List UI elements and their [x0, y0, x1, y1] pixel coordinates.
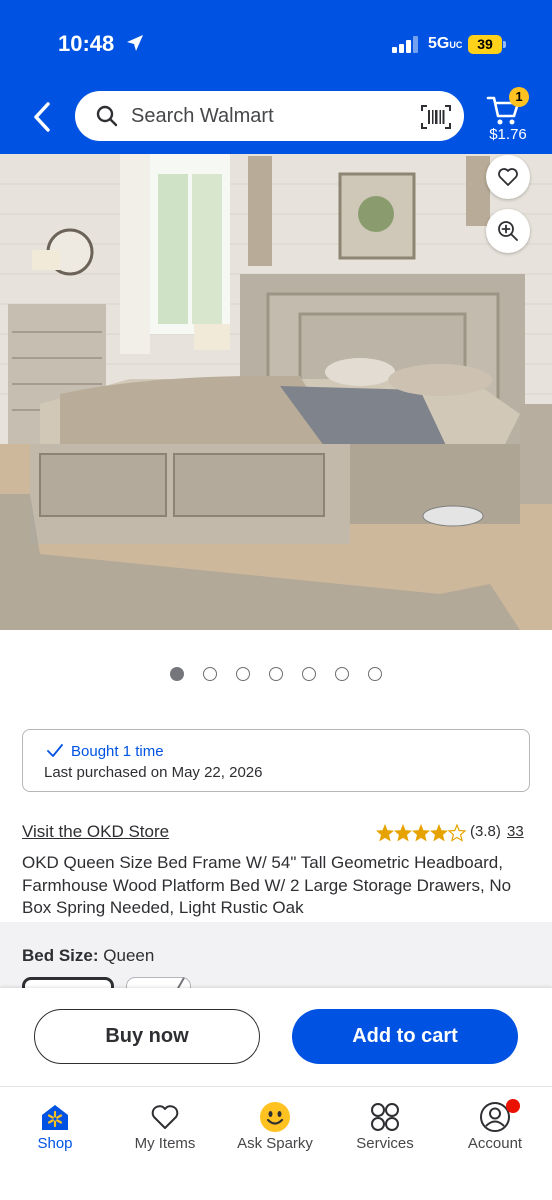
sparky-face-icon — [260, 1102, 290, 1132]
last-purchased-date: Last purchased on May 22, 2026 — [44, 764, 263, 781]
carousel-dot[interactable] — [203, 667, 217, 681]
search-icon — [96, 105, 118, 127]
cart-total: $1.76 — [489, 126, 527, 143]
carousel-dot[interactable] — [335, 667, 349, 681]
carousel-dot[interactable] — [170, 667, 184, 681]
notification-dot — [506, 1099, 520, 1113]
carousel-dot[interactable] — [302, 667, 316, 681]
barcode-scan-icon[interactable] — [421, 104, 451, 130]
star-rating-icon — [376, 824, 466, 842]
heart-icon — [151, 1105, 179, 1129]
location-arrow-icon — [127, 35, 143, 51]
bed-size-label: Bed Size: Queen — [22, 946, 155, 965]
image-carousel-indicator — [0, 666, 552, 682]
search-input[interactable] — [131, 103, 411, 129]
app-header: 10:48 5GUC 39 1 $1.76 — [0, 0, 552, 154]
carousel-dot[interactable] — [368, 667, 382, 681]
checkmark-icon — [47, 744, 63, 757]
zoom-button[interactable] — [486, 209, 530, 253]
product-title: OKD Queen Size Bed Frame W/ 54" Tall Geo… — [22, 853, 512, 917]
bottom-tab-bar: Shop My Items Ask Sparky Services Accoun… — [0, 1086, 552, 1200]
rating-value: (3.8) — [470, 823, 501, 840]
tab-services[interactable]: Services — [330, 1087, 440, 1167]
review-count-link[interactable]: 33 — [507, 823, 524, 840]
walmart-spark-home-icon — [42, 1105, 68, 1130]
buy-now-button[interactable]: Buy now — [34, 1009, 260, 1064]
zoom-in-icon — [498, 221, 518, 241]
cart-count-badge: 1 — [509, 87, 529, 107]
bed-size-value: Queen — [103, 946, 155, 965]
tab-ask-sparky[interactable]: Ask Sparky — [220, 1087, 330, 1167]
battery-level: 39 — [468, 35, 502, 54]
services-grid-icon — [371, 1103, 399, 1131]
network-indicator: 5GUC — [428, 35, 463, 52]
add-to-cart-button[interactable]: Add to cart — [292, 1009, 518, 1064]
cart-button[interactable]: 1 $1.76 — [480, 86, 530, 146]
search-bar[interactable] — [75, 91, 464, 141]
add-to-favorites-button[interactable] — [486, 155, 530, 199]
carousel-dot[interactable] — [269, 667, 283, 681]
carousel-dot[interactable] — [236, 667, 250, 681]
bed-photo — [0, 154, 552, 630]
variant-option-selected[interactable] — [22, 977, 114, 988]
tab-account[interactable]: Account — [440, 1087, 550, 1167]
purchase-action-bar: Buy now Add to cart — [0, 988, 552, 1086]
tab-shop[interactable]: Shop — [0, 1087, 110, 1167]
back-button[interactable] — [28, 100, 58, 134]
purchase-history-card[interactable]: Bought 1 time Last purchased on May 22, … — [22, 729, 530, 792]
heart-icon — [498, 168, 518, 186]
variant-selector: Bed Size: Queen — [0, 922, 552, 988]
tab-my-items[interactable]: My Items — [110, 1087, 220, 1167]
chevron-left-icon — [34, 102, 50, 132]
status-time: 10:48 — [58, 31, 115, 56]
visit-store-link[interactable]: Visit the OKD Store — [22, 822, 169, 842]
product-image[interactable] — [0, 154, 552, 630]
battery-icon: 39 — [468, 35, 506, 54]
bought-count: Bought 1 time — [71, 743, 164, 760]
cellular-signal-icon — [392, 36, 418, 53]
